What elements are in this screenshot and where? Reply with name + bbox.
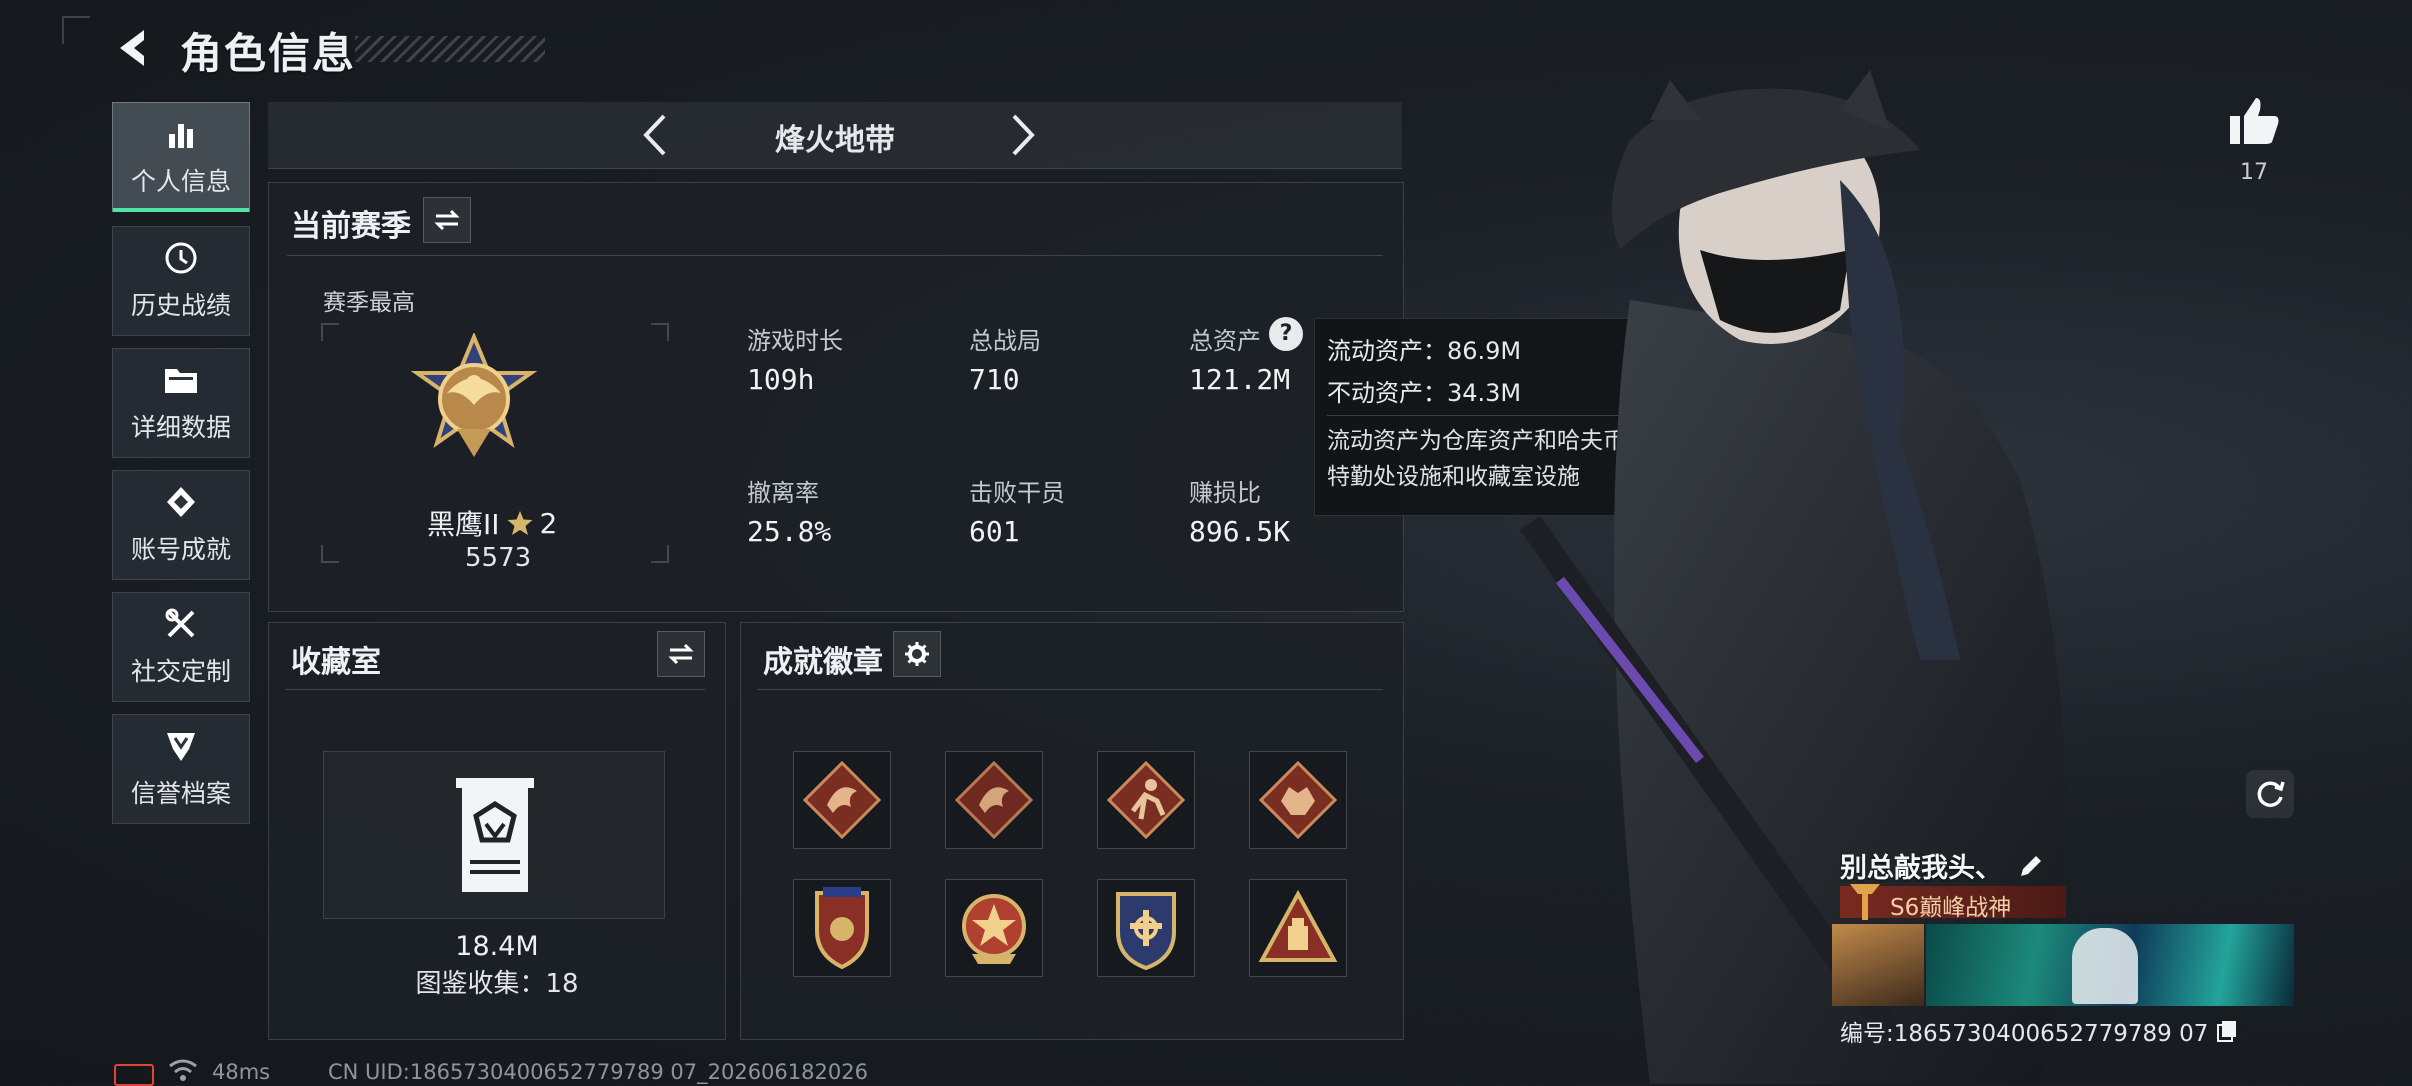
rank-points: 5573 [465,543,532,573]
bar-chart-icon [161,116,201,152]
collection-preview[interactable] [323,751,665,919]
player-name: 别总敲我头、 [1840,853,2002,884]
badge-slot[interactable] [945,879,1043,977]
player-id: 编号:1865730400652779789 07 [1840,1021,2209,1047]
shield-star-badge-icon [815,887,869,970]
season-title: 当前赛季 [291,209,411,244]
player-id-row: 编号:1865730400652779789 07 [1840,1014,2238,1048]
assets-help-icon[interactable]: ? [1269,317,1303,351]
title-decoration [355,36,545,62]
dragon-badge-icon [955,761,1033,839]
corner-decoration [62,16,90,44]
collection-title: 收藏室 [291,645,381,680]
copy-icon[interactable] [2216,1019,2238,1043]
folder-icon [161,362,201,398]
stat-extract-rate-label: 撤离率 [747,479,819,507]
season-best-label: 赛季最高 [323,290,415,316]
rotate-icon [2257,781,2285,807]
next-mode-button[interactable] [994,108,1048,162]
nav-match-history[interactable]: 历史战绩 [112,226,250,336]
nav-label: 历史战绩 [130,291,231,320]
triangle-badge-icon [1258,890,1338,962]
season-panel: 当前赛季 赛季最高 黑鹰II 2 5573 游戏时长 109h 总战局 710 … [268,182,1404,612]
badge-slot[interactable] [1249,879,1347,977]
stat-total-matches-value: 710 [969,363,1020,396]
stat-total-assets-value: 121.2M [1189,363,1291,396]
rotate-button[interactable] [2246,770,2294,818]
tools-icon [161,606,201,642]
badge-slot[interactable] [1097,751,1195,849]
profile-name-row: 别总敲我头、 [1840,846,2044,885]
stat-kills-label: 击败干员 [969,479,1065,507]
collection-value: 18.4M [455,931,539,962]
nav-label: 社交定制 [130,657,231,686]
back-button[interactable] [110,26,158,70]
beast-badge-icon [1259,761,1337,839]
stat-kills-value: 601 [969,515,1020,548]
badge-slot[interactable] [1249,751,1347,849]
stat-extract-rate-value: 25.8% [747,515,832,548]
player-avatar[interactable] [1832,924,1924,1006]
nav-account-achievements[interactable]: 账号成就 [112,470,250,580]
nav-social-custom[interactable]: 社交定制 [112,592,250,702]
ping-text: 48ms [212,1060,271,1084]
crest-badge-icon [1116,892,1176,970]
runner-badge-icon [1107,761,1185,839]
star-shield-badge-icon [962,894,1026,964]
stat-play-time-value: 109h [747,363,815,396]
achievements-settings-button[interactable] [893,631,941,677]
edit-icon[interactable] [2018,853,2044,879]
collection-room-icon [456,778,534,892]
uid-text: CN UID:1865730400652779789 07_2026061820… [328,1060,868,1084]
like-count: 17 [2240,160,2268,185]
like-icon[interactable] [2228,96,2280,146]
rank-name: 黑鹰II [427,508,500,541]
badge-slot[interactable] [793,751,891,849]
credit-icon [161,728,201,764]
dragon-badge-icon [803,761,881,839]
title-emblem-icon [1850,884,1880,920]
badge-slot[interactable] [945,751,1043,849]
achievements-title: 成就徽章 [763,645,883,680]
name-card-banner [1926,924,2294,1006]
swap-icon [668,643,694,665]
rank-name-row: 黑鹰II 2 [427,503,557,543]
stat-play-time-label: 游戏时长 [747,327,843,355]
collection-panel: 收藏室 18.4M 图鉴收集：18 [268,622,726,1040]
swap-icon [434,209,460,231]
title-badge-text: S6巅峰战神 [1890,895,2012,921]
stat-total-assets-label: 总资产 [1189,327,1261,355]
achievement-icon [161,484,201,520]
nav-label: 个人信息 [130,167,231,196]
stat-profit-ratio-value: 896.5K [1189,515,1291,548]
stat-profit-ratio-label: 赚损比 [1189,479,1261,507]
nav-personal-info[interactable]: 个人信息 [112,102,250,212]
collection-switch-button[interactable] [657,631,705,677]
mode-name: 烽火地带 [775,123,895,158]
gear-icon [905,642,929,666]
history-icon [161,240,201,276]
season-switch-button[interactable] [423,197,471,243]
mode-selector: 烽火地带 [268,102,1402,169]
badge-slot[interactable] [793,879,891,977]
nav-label: 信誉档案 [130,779,231,808]
nav-label: 账号成就 [130,535,231,564]
collection-catalog: 图鉴收集：18 [415,969,579,999]
rank-emblem-icon [410,333,538,457]
nav-label: 详细数据 [130,413,231,442]
battery-icon [114,1064,154,1086]
rank-stars: 2 [539,506,558,540]
nav-credit-record[interactable]: 信誉档案 [112,714,250,824]
nav-detailed-data[interactable]: 详细数据 [112,348,250,458]
page-title: 角色信息 [180,29,357,78]
badge-slot[interactable] [1097,879,1195,977]
wifi-icon [169,1059,197,1081]
achievements-panel: 成就徽章 [740,622,1404,1040]
stat-total-matches-label: 总战局 [969,327,1041,355]
title-badge: S6巅峰战神 [1840,884,2066,921]
star-icon [507,511,533,535]
